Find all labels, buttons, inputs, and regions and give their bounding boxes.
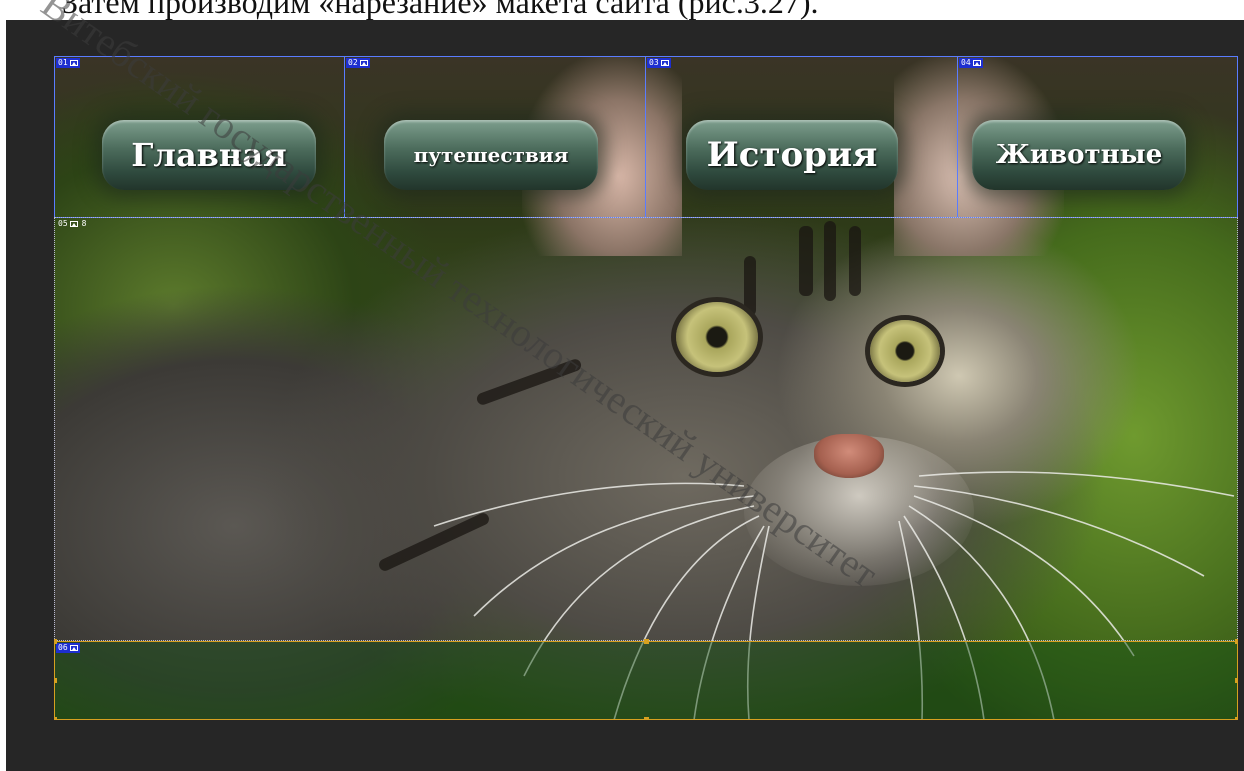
image-slice-icon: [69, 221, 78, 227]
slice-02[interactable]: 02: [344, 56, 646, 218]
layout-canvas: Главная путешествия История Животные 01 …: [54, 56, 1238, 720]
image-slice-icon: [359, 60, 368, 66]
editor-workspace: Главная путешествия История Животные 01 …: [6, 20, 1244, 771]
image-slice-icon: [69, 645, 78, 651]
resize-handle[interactable]: [54, 717, 57, 720]
slice-number: 03: [649, 58, 659, 67]
image-slice-icon: [660, 60, 669, 66]
slice-number: 06: [58, 643, 68, 652]
resize-handle[interactable]: [1235, 717, 1238, 720]
slice-04[interactable]: 04: [957, 56, 1238, 218]
resize-handle[interactable]: [54, 639, 57, 644]
slice-tag: 02: [346, 58, 370, 68]
slice-06[interactable]: 06: [54, 639, 1238, 720]
slice-tag: 03: [647, 58, 671, 68]
slice-number: 02: [348, 58, 358, 67]
slice-number: 01: [58, 58, 68, 67]
caption-text: Затем производим «нарезание» макета сайт…: [62, 0, 819, 20]
image-slice-icon: [69, 60, 78, 66]
resize-handle[interactable]: [644, 717, 649, 720]
slice-03[interactable]: 03: [645, 56, 958, 218]
slice-01[interactable]: 01: [54, 56, 345, 218]
slice-tag: 06: [56, 643, 80, 653]
slice-number: 05: [58, 219, 68, 228]
slice-tag: 05 8: [56, 219, 88, 229]
document-caption: Затем производим «нарезание» макета сайт…: [0, 0, 1244, 20]
image-slice-icon: [972, 60, 981, 66]
slice-tag: 04: [959, 58, 983, 68]
resize-handle[interactable]: [54, 678, 57, 683]
resize-handle[interactable]: [644, 639, 649, 644]
resize-handle[interactable]: [1235, 639, 1238, 644]
slice-tag: 01: [56, 58, 80, 68]
slice-number: 04: [961, 58, 971, 67]
linked-slices-badge: 8: [81, 219, 87, 228]
slice-05[interactable]: 05 8: [54, 217, 1238, 641]
resize-handle[interactable]: [1235, 678, 1238, 683]
